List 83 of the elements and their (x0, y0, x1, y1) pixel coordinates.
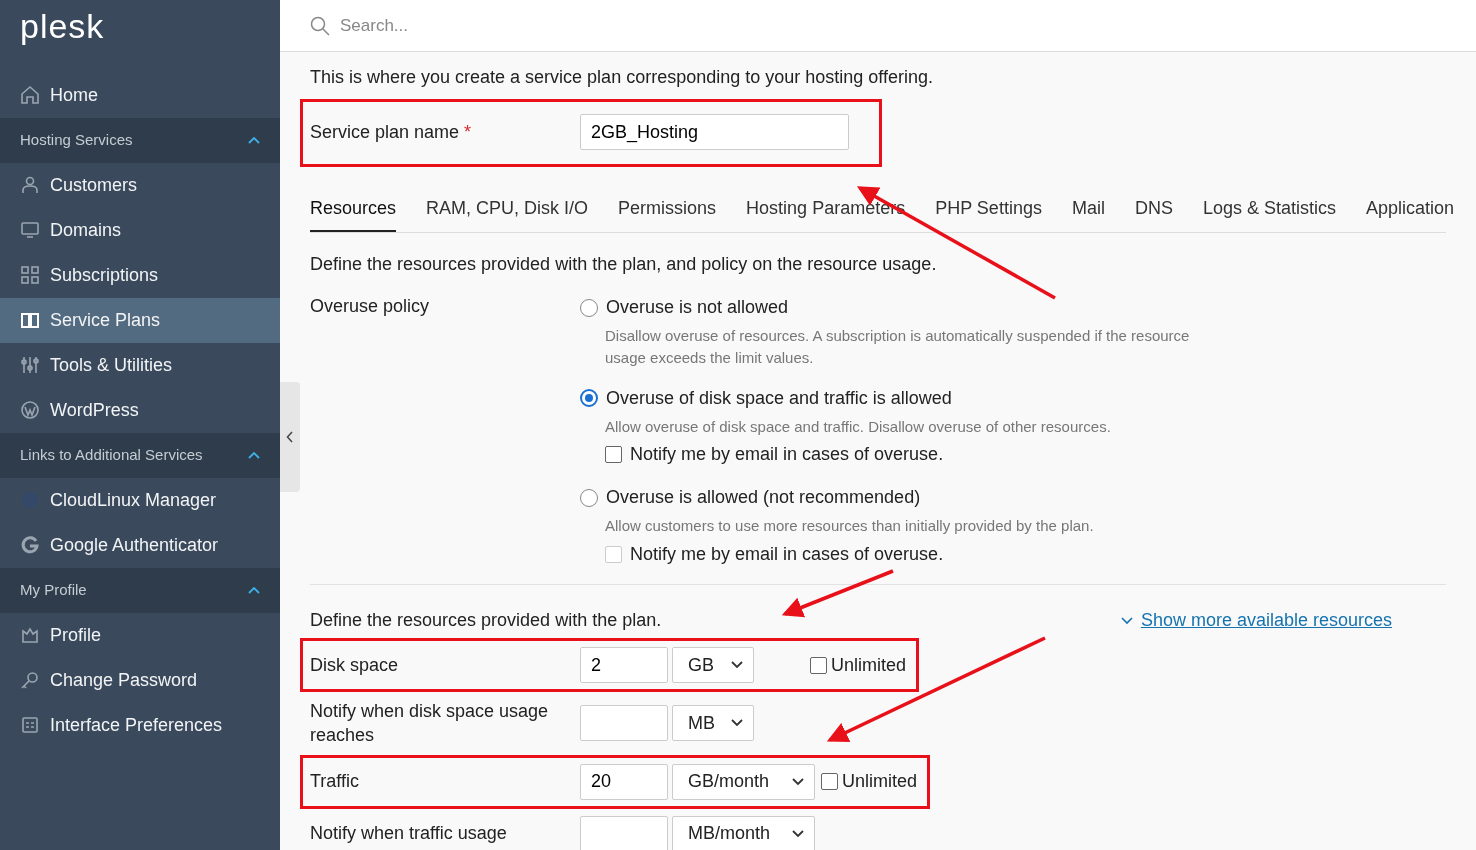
sidebar-item[interactable]: Profile (0, 612, 280, 658)
field-label: Service plan name (310, 121, 460, 142)
collapse-handle[interactable] (280, 382, 300, 492)
tab[interactable]: Resources (310, 189, 397, 232)
sidebar-item[interactable]: Domains (0, 207, 280, 253)
chevron-down-icon (1120, 616, 1133, 625)
value-field[interactable] (580, 705, 668, 742)
checkbox-label: Unlimited (831, 653, 907, 677)
sidebar-item[interactable]: Change Password (0, 657, 280, 703)
section-header[interactable]: My Profile (0, 567, 280, 613)
section-description: Define the resources provided with the plan, and policy on the resource usage. (310, 253, 938, 276)
field-label: Traffic (310, 770, 360, 794)
tab[interactable]: DNS (1134, 189, 1173, 232)
tab[interactable]: Logs & Statistics (1202, 189, 1336, 232)
value-field[interactable]: 20 (580, 763, 668, 800)
logo: plesk (19, 6, 106, 47)
sidebar-item[interactable]: Home (0, 72, 280, 118)
tab[interactable]: Application (1366, 189, 1455, 232)
sidebar-item[interactable]: Subscriptions (0, 252, 280, 298)
book-icon (20, 310, 40, 331)
sliders-icon (20, 355, 40, 376)
chevron-left-icon (286, 431, 294, 443)
option-label: Overuse of disk space and traffic is allowed (606, 386, 952, 410)
checkbox[interactable] (821, 773, 838, 791)
required-mark: * (464, 121, 472, 142)
checkbox[interactable] (605, 446, 622, 464)
section-title: Links to Additional Services (20, 445, 203, 466)
checkbox-label: Notify me by email in cases of overuse. (630, 543, 944, 566)
sidebar-item[interactable]: Service Plans (0, 297, 280, 343)
checkbox-label: Unlimited (842, 770, 918, 794)
section-title: My Profile (20, 580, 87, 601)
value-field[interactable] (580, 815, 668, 850)
chevron-down-icon (731, 661, 743, 669)
option-label: Overuse is not allowed (606, 296, 789, 319)
key-icon (20, 670, 40, 691)
option-description: Allow overuse of disk space and traffic. Disallow overuse of other resources. (604, 416, 1112, 437)
crown-icon (20, 625, 40, 646)
option-description: Allow customers to use more resources than initially provided by the plan. (604, 516, 1095, 537)
field-label: Notify when disk space usage reaches (310, 700, 550, 748)
sidebar-item[interactable]: Google Authenticator (0, 522, 280, 568)
checkbox[interactable] (810, 656, 827, 674)
section-header[interactable]: Hosting Services (0, 117, 280, 163)
search-icon (310, 15, 330, 36)
value-field[interactable]: 2 (580, 647, 668, 683)
checkbox-label: Notify me by email in cases of overuse. (630, 443, 944, 467)
layout-icon (20, 715, 40, 736)
section-title: Hosting Services (20, 130, 133, 151)
option-description: Disallow overuse of resources. A subscription is automatically suspended if the resource usage exceeds the limit values. (604, 326, 1191, 368)
monitor-icon (20, 220, 40, 241)
search-field[interactable]: Search... (338, 11, 638, 40)
g-letter-icon (20, 535, 40, 556)
radio-button[interactable] (580, 488, 598, 507)
tab[interactable]: Permissions (618, 189, 717, 232)
home-icon (20, 85, 40, 106)
plan-name-field[interactable]: 2GB_Hosting (580, 114, 849, 150)
unit-select[interactable]: MB/month (672, 815, 815, 850)
chevron-down-icon (792, 777, 804, 786)
tab[interactable]: RAM, CPU, Disk I/O (426, 189, 589, 232)
unit-select[interactable]: GB (672, 647, 754, 683)
field-label: Notify when traffic usage (310, 822, 508, 846)
option-label: Overuse is allowed (not recommended) (606, 486, 921, 510)
chevron-down-icon (792, 829, 804, 838)
tab[interactable]: PHP Settings (935, 189, 1042, 232)
wordpress-icon (20, 400, 40, 421)
sidebar-item[interactable]: Tools & Utilities (0, 342, 280, 388)
intro-text: This is where you create a service plan corresponding to your hosting offering. (310, 66, 934, 89)
unit-select[interactable]: MB (672, 705, 754, 742)
sidebar-item[interactable]: Interface Preferences (0, 702, 280, 748)
radio-button[interactable] (580, 389, 598, 407)
tab[interactable]: Mail (1071, 189, 1105, 232)
section-description: Define the resources provided with the plan. (310, 609, 662, 632)
radio-button[interactable] (580, 298, 598, 317)
grid-icon (20, 265, 40, 286)
sidebar-item[interactable]: WordPress (0, 387, 280, 433)
show-more-link[interactable]: Show more available resources (1120, 607, 1392, 634)
field-label: Disk space (310, 653, 400, 677)
field-label: Overuse policy (310, 295, 431, 318)
unit-select[interactable]: GB/month (672, 763, 815, 800)
section-header[interactable]: Links to Additional Services (0, 432, 280, 478)
sidebar-item[interactable]: CloudLinux Manager (0, 477, 280, 523)
sidebar-item[interactable]: Customers (0, 162, 280, 208)
chevron-down-icon (731, 719, 743, 728)
user-icon (20, 175, 40, 196)
